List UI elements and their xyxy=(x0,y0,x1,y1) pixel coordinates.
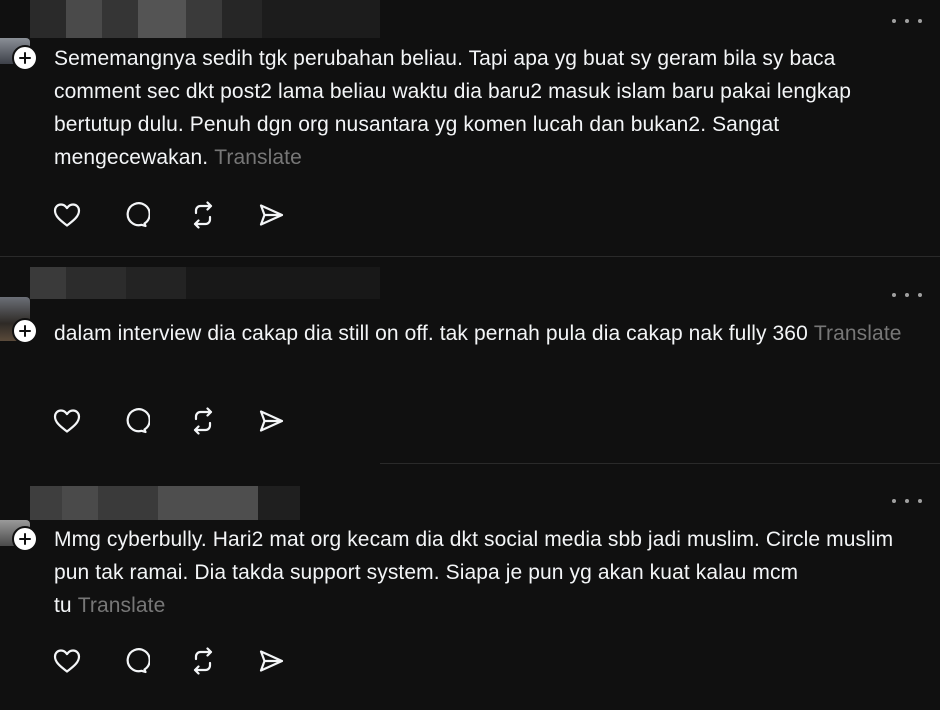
share-button[interactable] xyxy=(256,406,324,436)
heart-icon xyxy=(53,203,81,227)
plus-icon xyxy=(19,533,31,545)
reply-button[interactable] xyxy=(120,646,188,676)
comment-icon xyxy=(126,202,150,228)
share-button[interactable] xyxy=(256,646,324,676)
more-icon[interactable] xyxy=(892,496,922,506)
more-icon[interactable] xyxy=(892,16,922,26)
blurred-header xyxy=(30,0,380,38)
post-text: Mmg cyberbully. Hari2 mat org kecam dia … xyxy=(54,523,914,622)
action-bar xyxy=(52,200,324,230)
reply-button[interactable] xyxy=(120,200,188,230)
thread-post: Mmg cyberbully. Hari2 mat org kecam dia … xyxy=(0,464,940,710)
like-button[interactable] xyxy=(52,646,120,676)
like-button[interactable] xyxy=(52,406,120,436)
post-text: dalam interview dia cakap dia still on o… xyxy=(54,317,914,350)
like-button[interactable] xyxy=(52,200,120,230)
action-bar xyxy=(52,406,324,436)
send-icon xyxy=(259,650,284,672)
heart-icon xyxy=(53,409,81,433)
plus-icon xyxy=(19,325,31,337)
translate-link[interactable]: Translate xyxy=(814,322,902,345)
repost-icon xyxy=(193,647,213,675)
plus-icon xyxy=(19,52,31,64)
thread-post: dalam interview dia cakap dia still on o… xyxy=(0,257,940,463)
repost-button[interactable] xyxy=(188,406,256,436)
repost-icon xyxy=(193,407,213,435)
comment-icon xyxy=(126,408,150,434)
post-body: dalam interview dia cakap dia still on o… xyxy=(54,322,808,345)
send-icon xyxy=(259,410,284,432)
translate-link[interactable]: Translate xyxy=(78,594,166,617)
post-body: Mmg cyberbully. Hari2 mat org kecam dia … xyxy=(54,528,894,617)
translate-link[interactable]: Translate xyxy=(214,146,302,169)
repost-button[interactable] xyxy=(188,200,256,230)
reply-button[interactable] xyxy=(120,406,188,436)
action-bar xyxy=(52,646,324,676)
heart-icon xyxy=(53,649,81,673)
repost-icon xyxy=(193,201,213,229)
follow-button[interactable] xyxy=(12,318,38,344)
share-button[interactable] xyxy=(256,200,324,230)
follow-button[interactable] xyxy=(12,526,38,552)
blurred-header xyxy=(30,267,380,299)
repost-button[interactable] xyxy=(188,646,256,676)
follow-button[interactable] xyxy=(12,45,38,71)
comment-icon xyxy=(126,648,150,674)
send-icon xyxy=(259,204,284,226)
thread-post: Sememangnya sedih tgk perubahan beliau. … xyxy=(0,0,940,256)
post-text: Sememangnya sedih tgk perubahan beliau. … xyxy=(54,42,914,174)
more-icon[interactable] xyxy=(892,290,922,300)
blurred-header xyxy=(30,486,300,520)
post-body: Sememangnya sedih tgk perubahan beliau. … xyxy=(54,47,852,169)
